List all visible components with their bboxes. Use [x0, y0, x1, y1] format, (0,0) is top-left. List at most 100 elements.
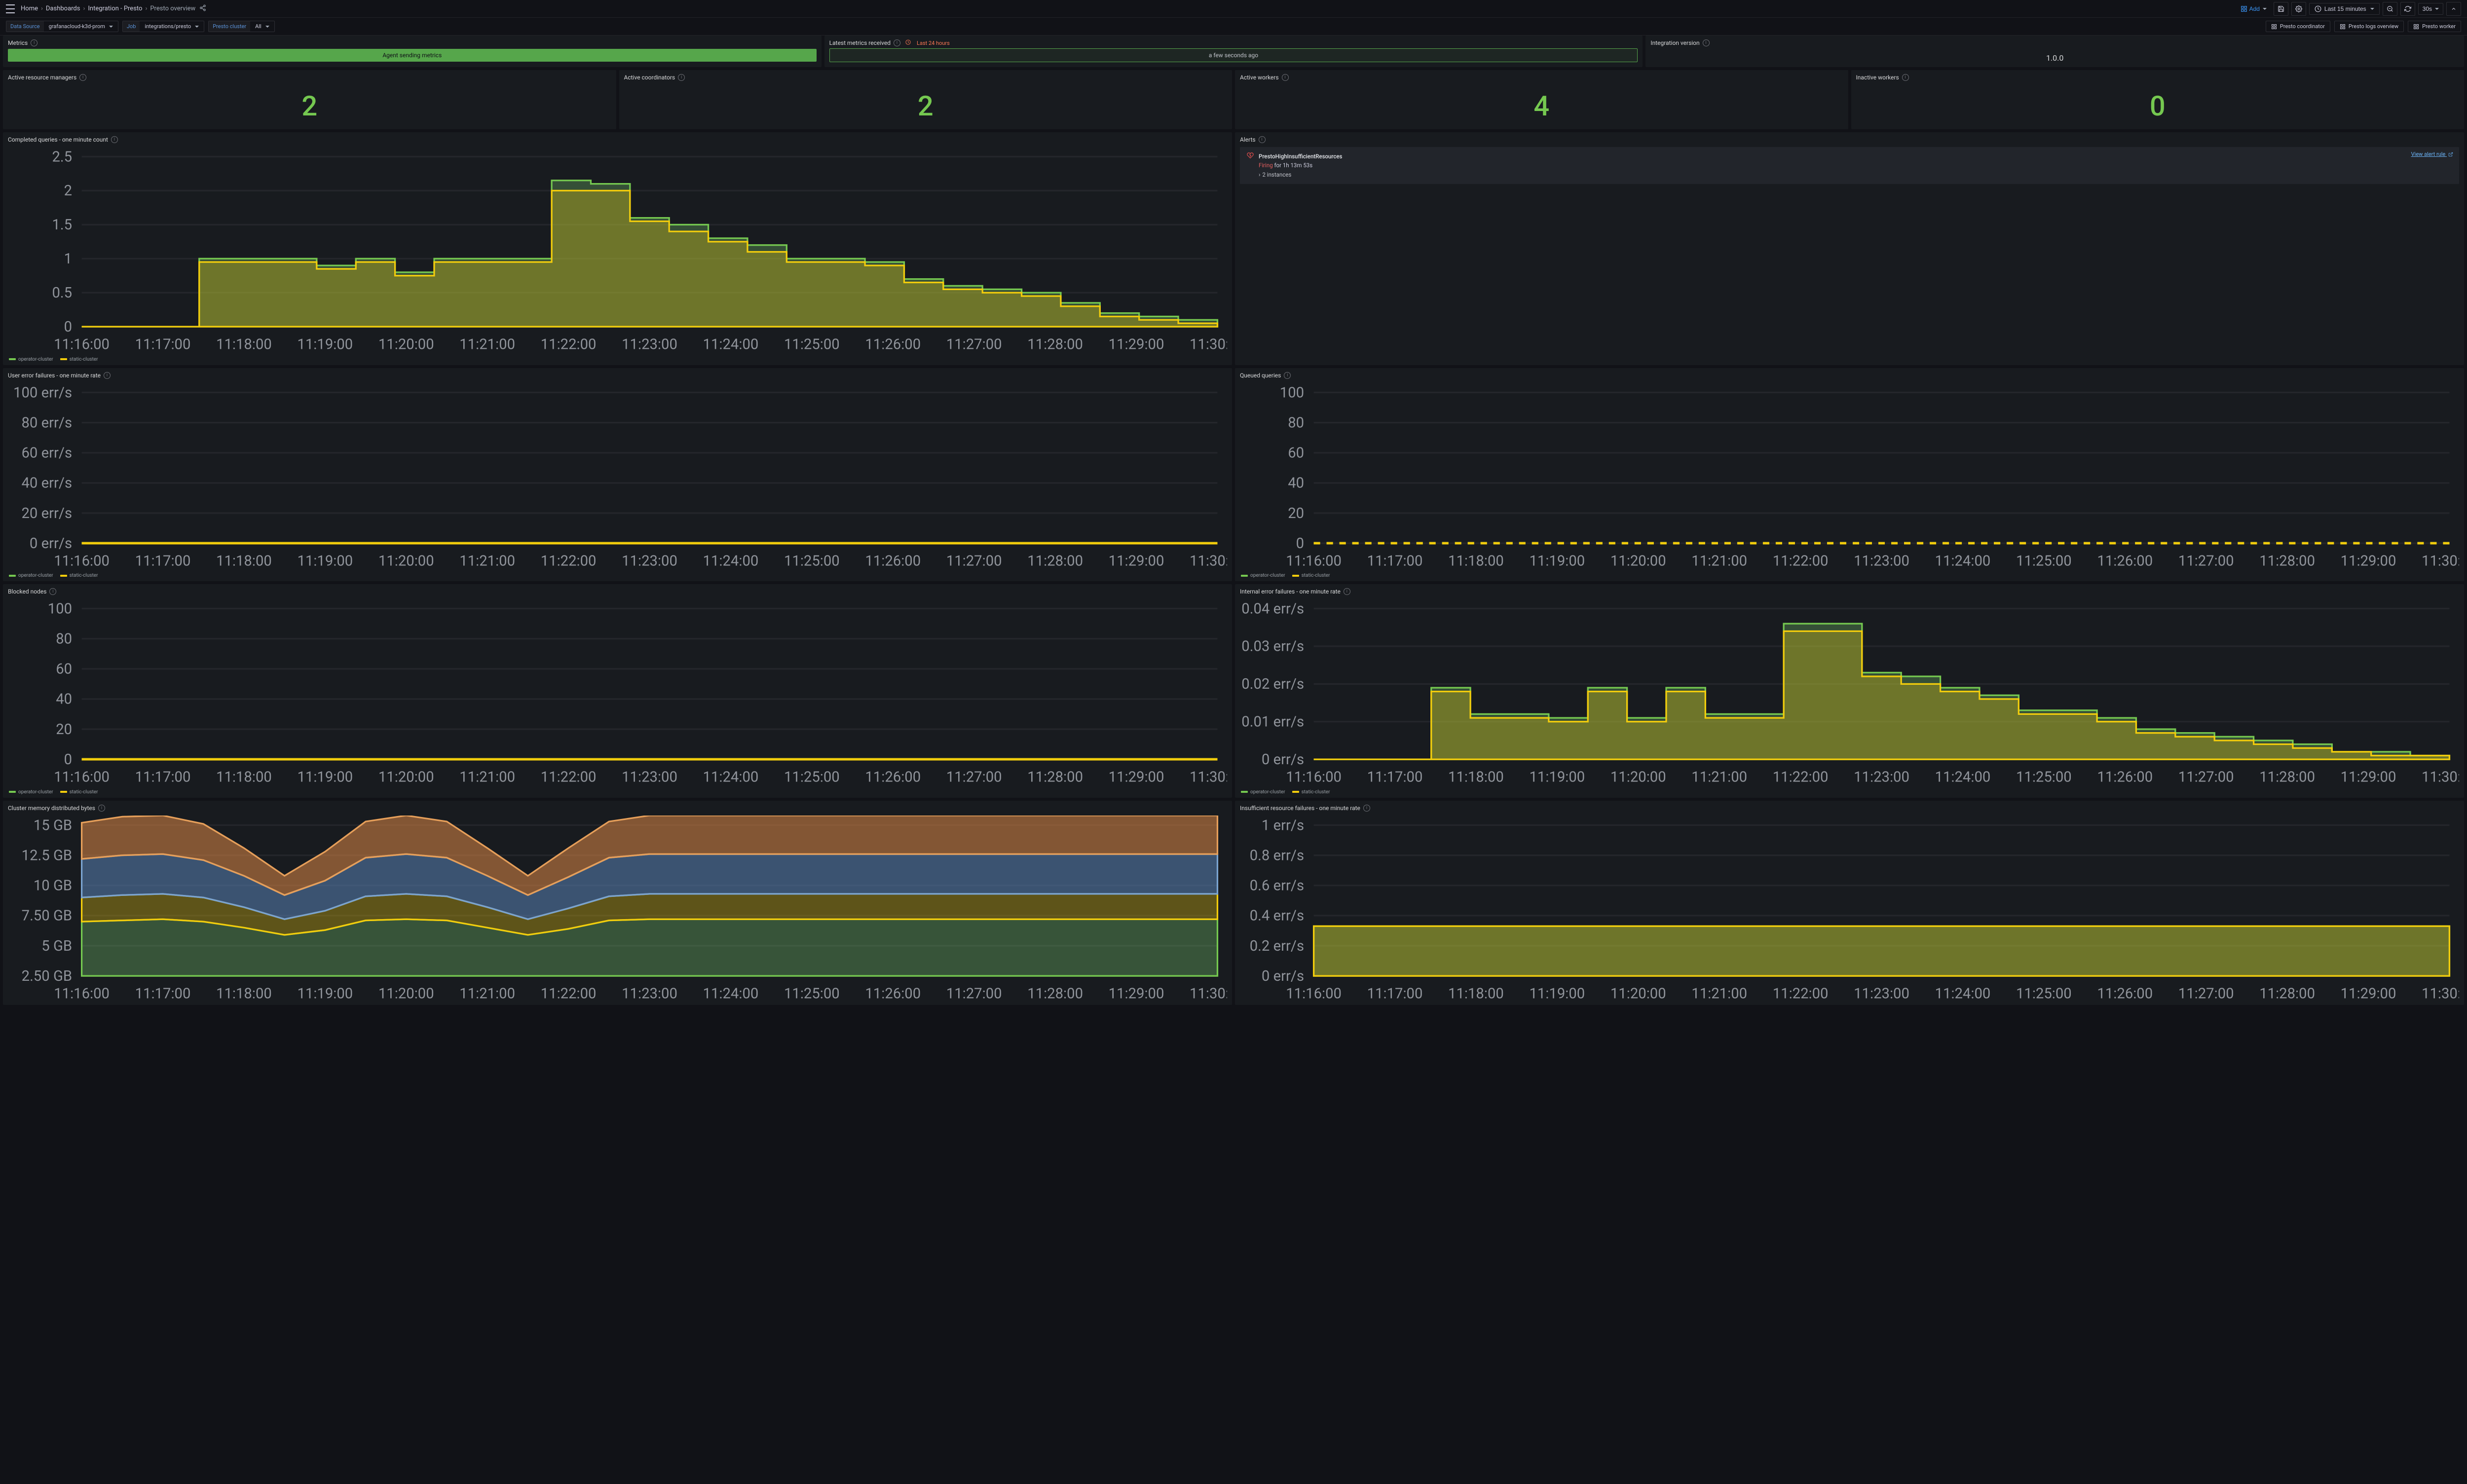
chart-insufficient[interactable]: 0 err/s0.2 err/s0.4 err/s0.6 err/s0.8 er…	[1235, 814, 2464, 1005]
svg-text:11:20:00: 11:20:00	[378, 986, 434, 1002]
chart-blocked[interactable]: 02040608010011:16:0011:17:0011:18:0011:1…	[3, 597, 1232, 788]
svg-text:11:19:00: 11:19:00	[297, 336, 353, 353]
legend-label: static-cluster	[70, 789, 98, 795]
info-icon[interactable]: i	[98, 805, 105, 812]
chart-memory[interactable]: 2.50 GB5 GB7.50 GB10 GB12.5 GB15 GB11:16…	[3, 814, 1232, 1005]
svg-text:11:25:00: 11:25:00	[784, 553, 840, 569]
svg-text:11:17:00: 11:17:00	[135, 986, 191, 1002]
panel-inactive-workers: Inactive workersi 0	[1851, 70, 2465, 129]
svg-text:11:26:00: 11:26:00	[865, 986, 921, 1002]
svg-text:11:21:00: 11:21:00	[1691, 986, 1747, 1002]
svg-text:11:25:00: 11:25:00	[2016, 769, 2072, 786]
crumb-folder[interactable]: Integration - Presto	[88, 5, 142, 12]
svg-text:11:17:00: 11:17:00	[1367, 769, 1423, 786]
save-dashboard-button[interactable]	[2274, 2, 2288, 16]
info-icon[interactable]: i	[104, 372, 111, 379]
chevron-right-icon[interactable]: ›	[1259, 170, 1260, 179]
info-icon[interactable]: i	[49, 588, 56, 595]
svg-text:11:30:00: 11:30:00	[2422, 553, 2459, 569]
info-icon[interactable]: i	[79, 74, 86, 81]
legend: operator-cluster static-cluster	[3, 788, 1232, 798]
info-icon[interactable]: i	[111, 136, 118, 143]
svg-text:11:16:00: 11:16:00	[1286, 553, 1342, 569]
time-override-label[interactable]: Last 24 hours	[917, 40, 950, 46]
var-presto-cluster[interactable]: Presto cluster All	[208, 21, 274, 32]
svg-text:11:18:00: 11:18:00	[216, 553, 272, 569]
svg-text:11:30:00: 11:30:00	[1190, 986, 1227, 1002]
svg-text:11:22:00: 11:22:00	[1773, 553, 1829, 569]
share-icon[interactable]	[199, 4, 206, 13]
panel-integration-version: Integration versioni 1.0.0	[1645, 36, 2464, 67]
kiosk-toggle-button[interactable]	[2446, 2, 2461, 16]
svg-text:20 err/s: 20 err/s	[21, 505, 72, 521]
svg-text:11:16:00: 11:16:00	[1286, 769, 1342, 786]
svg-text:11:27:00: 11:27:00	[946, 986, 1002, 1002]
svg-text:20: 20	[1288, 505, 1304, 521]
svg-text:11:24:00: 11:24:00	[703, 336, 759, 353]
link-presto-logs[interactable]: Presto logs overview	[2334, 21, 2404, 32]
info-icon[interactable]: i	[1344, 588, 1350, 595]
info-icon[interactable]: i	[1902, 74, 1909, 81]
time-range-picker[interactable]: Last 15 minutes	[2309, 3, 2380, 15]
chart-user-error[interactable]: 0 err/s20 err/s40 err/s60 err/s80 err/s1…	[3, 381, 1232, 572]
crumb-home[interactable]: Home	[21, 5, 38, 12]
link-presto-worker[interactable]: Presto worker	[2408, 21, 2461, 32]
panel-active-coordinators: Active coordinatorsi 2	[619, 70, 1233, 129]
chart-queued[interactable]: 02040608010011:16:0011:17:0011:18:0011:1…	[1235, 381, 2464, 572]
alert-row[interactable]: PrestoHighInsufficientResources Firing f…	[1240, 147, 2459, 184]
info-icon[interactable]: i	[1703, 39, 1710, 46]
panel-internal-error: Internal error failures - one minute rat…	[1235, 584, 2464, 798]
panel-title: Internal error failures - one minute rat…	[1240, 588, 1341, 595]
svg-text:11:27:00: 11:27:00	[946, 769, 1002, 786]
svg-text:11:24:00: 11:24:00	[703, 769, 759, 786]
add-label: Add	[2249, 5, 2260, 12]
chart-completed[interactable]: 00.511.522.511:16:0011:17:0011:18:0011:1…	[3, 145, 1232, 356]
info-icon[interactable]: i	[894, 39, 900, 46]
crumb-dashboards[interactable]: Dashboards	[46, 5, 80, 12]
svg-text:11:27:00: 11:27:00	[946, 553, 1002, 569]
svg-text:11:21:00: 11:21:00	[459, 553, 515, 569]
svg-text:11:21:00: 11:21:00	[459, 336, 515, 353]
svg-text:0.03 err/s: 0.03 err/s	[1241, 638, 1304, 655]
chevron-down-icon	[109, 26, 113, 28]
info-icon[interactable]: i	[1284, 372, 1291, 379]
svg-text:11:27:00: 11:27:00	[2178, 769, 2234, 786]
menu-icon[interactable]	[6, 4, 15, 13]
info-icon[interactable]: i	[678, 74, 685, 81]
panel-user-error: User error failures - one minute ratei 0…	[3, 368, 1232, 582]
settings-button[interactable]	[2291, 2, 2306, 16]
svg-text:11:18:00: 11:18:00	[216, 336, 272, 353]
stat-value: 2	[301, 90, 317, 122]
svg-text:1: 1	[64, 251, 72, 267]
view-alert-rule-link[interactable]: View alert rule	[2411, 151, 2453, 157]
svg-text:0.02 err/s: 0.02 err/s	[1241, 676, 1304, 693]
svg-text:11:28:00: 11:28:00	[1027, 336, 1083, 353]
legend-label: operator-cluster	[18, 573, 53, 578]
var-data-source[interactable]: Data Source grafanacloud-k3d-prom	[6, 21, 118, 32]
panel-title: Metrics	[8, 39, 28, 46]
alert-duration: for 1h 13m 53s	[1274, 162, 1313, 169]
chart-internal[interactable]: 0 err/s0.01 err/s0.02 err/s0.03 err/s0.0…	[1235, 597, 2464, 788]
refresh-interval-picker[interactable]: 30s	[2418, 3, 2443, 15]
svg-text:11:28:00: 11:28:00	[1027, 986, 1083, 1002]
svg-text:11:30:00: 11:30:00	[1190, 769, 1227, 786]
svg-text:11:21:00: 11:21:00	[1691, 553, 1747, 569]
svg-text:11:20:00: 11:20:00	[378, 336, 434, 353]
svg-text:2.5: 2.5	[52, 148, 72, 165]
svg-text:11:18:00: 11:18:00	[1448, 553, 1504, 569]
info-icon[interactable]: i	[1259, 136, 1266, 143]
link-presto-coordinator[interactable]: Presto coordinator	[2266, 21, 2330, 32]
zoom-out-button[interactable]	[2383, 2, 2397, 16]
svg-text:2.50 GB: 2.50 GB	[22, 968, 72, 985]
panel-metrics-status: Metricsi Agent sending metrics	[3, 36, 822, 67]
refresh-button[interactable]	[2400, 2, 2415, 16]
var-job[interactable]: Job integrations/presto	[122, 21, 204, 32]
info-icon[interactable]: i	[1363, 805, 1370, 812]
svg-text:11:19:00: 11:19:00	[297, 769, 353, 786]
info-icon[interactable]: i	[31, 39, 37, 46]
chevron-right-icon: ›	[145, 5, 147, 12]
add-button[interactable]: Add	[2237, 3, 2271, 14]
info-icon[interactable]: i	[1282, 74, 1289, 81]
svg-text:11:24:00: 11:24:00	[703, 986, 759, 1002]
panel-latest-metrics: Latest metrics received i Last 24 hours …	[824, 36, 1643, 67]
